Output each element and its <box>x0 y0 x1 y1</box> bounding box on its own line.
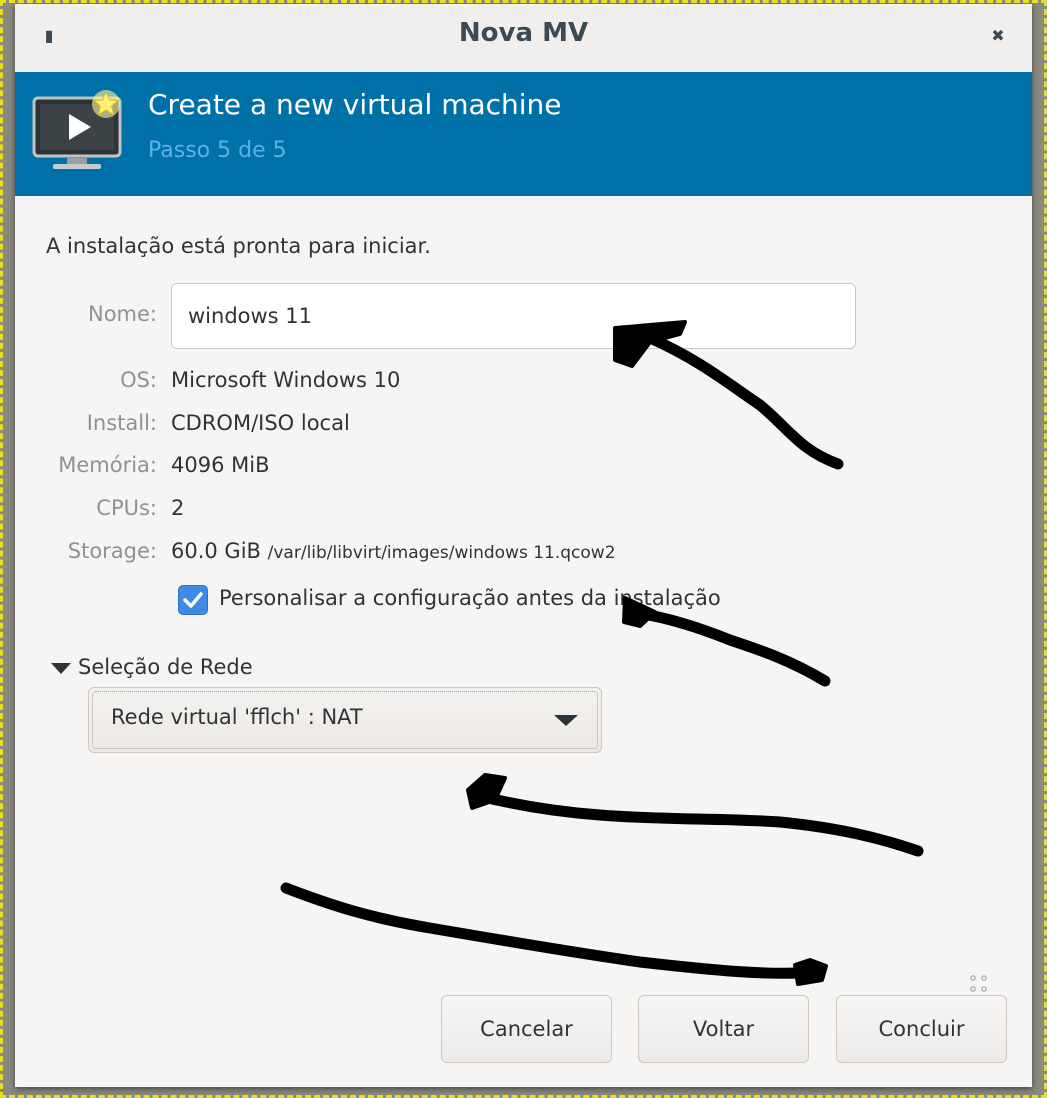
memory-value: 4096 MiB <box>171 453 270 477</box>
expander-arrow-icon[interactable] <box>51 663 71 674</box>
install-label: Install: <box>86 411 157 435</box>
network-selected-value: Rede virtual 'fflch' : NAT <box>111 705 363 729</box>
install-value: CDROM/ISO local <box>171 411 350 435</box>
customize-checkbox[interactable] <box>178 585 208 615</box>
monitor-play-star-icon <box>32 90 122 169</box>
name-label: Nome: <box>87 302 157 326</box>
storage-label: Storage: <box>67 539 157 563</box>
summary-panel: A instalação está pronta para iniciar. N… <box>15 196 1032 1087</box>
network-select[interactable]: Rede virtual 'fflch' : NAT <box>88 687 602 753</box>
cpus-value: 2 <box>171 496 185 520</box>
os-value: Microsoft Windows 10 <box>171 368 401 392</box>
new-vm-dialog: ▮ Nova MV ✖ Create a new virtual machine… <box>15 4 1032 1087</box>
network-section-label[interactable]: Seleção de Rede <box>78 655 253 679</box>
dropdown-arrow-icon[interactable] <box>554 715 578 726</box>
titlebar: ▮ Nova MV ✖ <box>15 4 1032 73</box>
memory-label: Memória: <box>58 453 157 477</box>
finish-button[interactable]: Concluir <box>836 995 1007 1063</box>
banner-title: Create a new virtual machine <box>148 88 562 121</box>
name-input[interactable] <box>171 283 856 349</box>
storage-value: 60.0 GiB /var/lib/libvirt/images/windows… <box>171 539 616 563</box>
storage-size: 60.0 GiB <box>171 539 261 563</box>
ready-message: A instalação está pronta para iniciar. <box>46 234 431 258</box>
window-title: Nova MV <box>458 18 589 48</box>
storage-path: /var/lib/libvirt/images/windows 11.qcow2 <box>267 543 616 563</box>
customize-label[interactable]: Personalisar a configuração antes da ins… <box>219 586 721 610</box>
resize-grip-icon[interactable] <box>967 972 991 996</box>
cpus-label: CPUs: <box>96 496 157 520</box>
step-indicator: Passo 5 de 5 <box>148 138 287 163</box>
checkmark-icon <box>183 592 203 608</box>
close-icon[interactable]: ✖ <box>988 26 1008 46</box>
header-banner: Create a new virtual machine Passo 5 de … <box>15 72 1032 196</box>
os-label: OS: <box>120 368 157 392</box>
back-button[interactable]: Voltar <box>638 995 809 1063</box>
cancel-button[interactable]: Cancelar <box>441 995 612 1063</box>
